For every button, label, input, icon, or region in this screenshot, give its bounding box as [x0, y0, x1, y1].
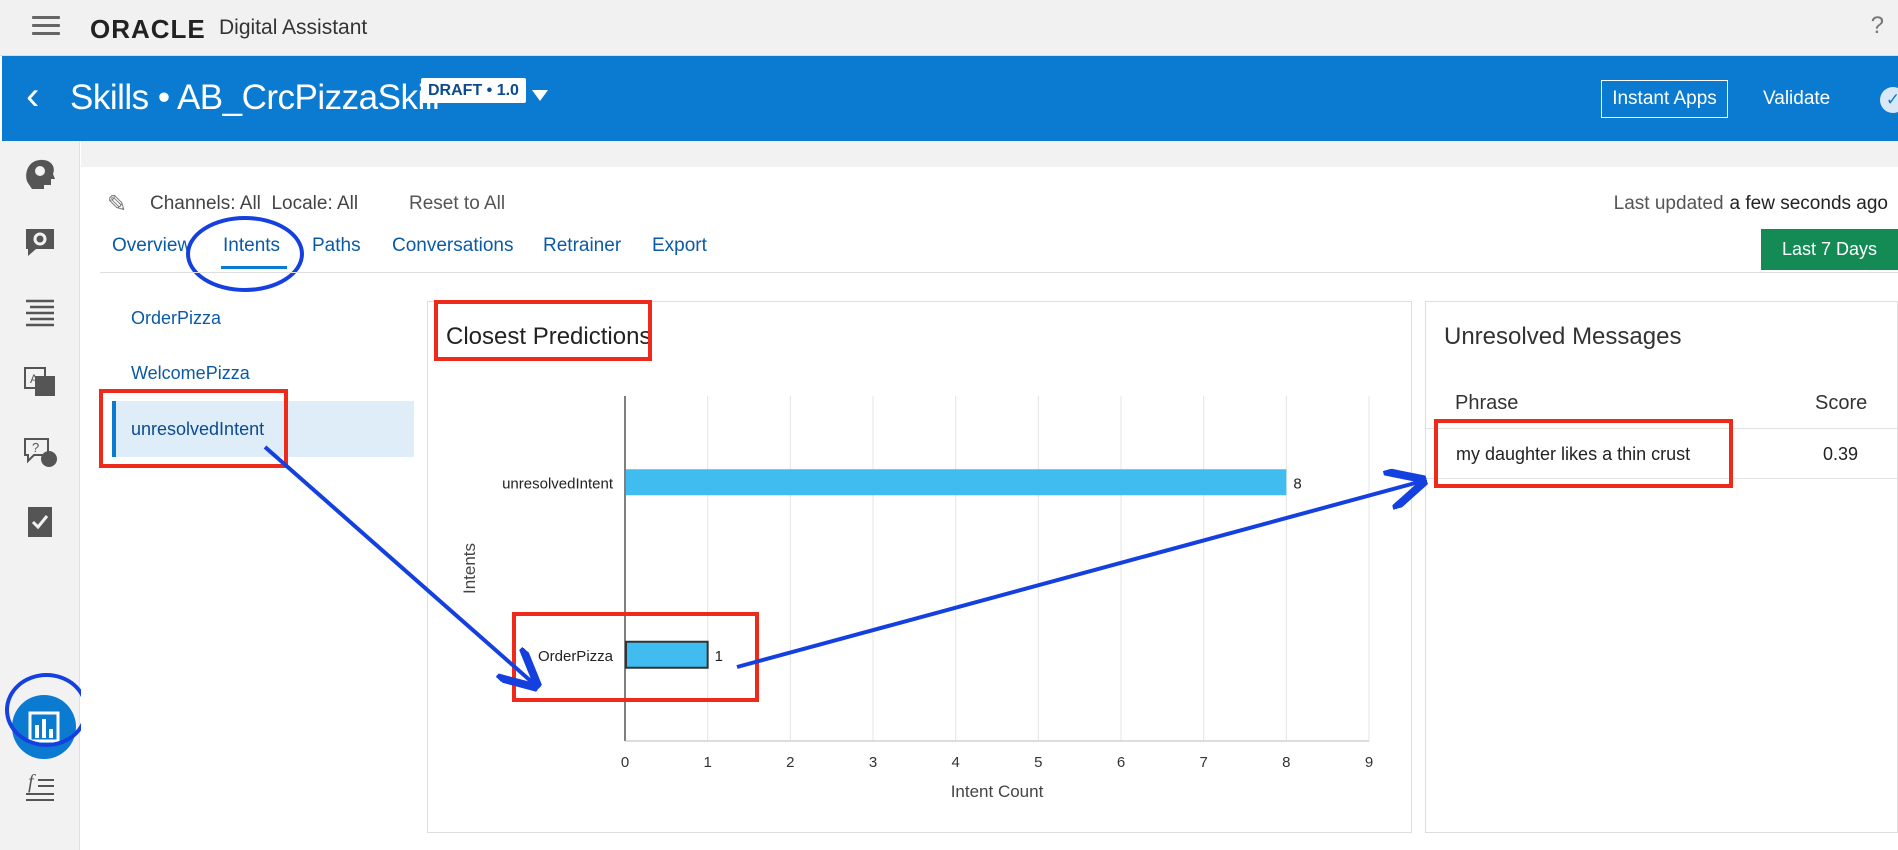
column-header-score[interactable]: Score: [1815, 392, 1867, 415]
data-label: 1: [715, 648, 723, 665]
instant-apps-button[interactable]: Instant Apps: [1601, 80, 1728, 118]
translate-icon[interactable]: A: [20, 361, 60, 401]
panel-title: Closest Predictions: [446, 323, 652, 350]
last-updated-label: Last updated: [1613, 193, 1724, 214]
bot-head-icon[interactable]: [20, 153, 60, 193]
question-chat-icon[interactable]: ?: [20, 431, 60, 471]
chevron-down-icon[interactable]: [532, 90, 548, 101]
left-nav-rail: A ? f: [0, 141, 80, 850]
x-tick-label: 4: [951, 754, 959, 771]
x-tick-label: 7: [1199, 754, 1207, 771]
oracle-logo: ORACLE: [90, 14, 206, 44]
x-tick-label: 9: [1365, 754, 1373, 771]
tab-retrainer[interactable]: Retrainer: [543, 235, 621, 257]
last-updated: Last updated a few seconds ago: [1614, 193, 1888, 215]
tab-paths[interactable]: Paths: [312, 235, 361, 257]
column-header-phrase[interactable]: Phrase: [1455, 392, 1518, 415]
phrase-cell: my daughter likes a thin crust: [1456, 444, 1691, 464]
svg-text:?: ?: [32, 440, 39, 455]
date-range-button[interactable]: Last 7 Days: [1761, 229, 1898, 270]
pencil-icon[interactable]: ✎: [107, 190, 127, 219]
data-label: 8: [1293, 475, 1301, 492]
tab-conversations[interactable]: Conversations: [392, 235, 513, 257]
gear-chat-icon[interactable]: [20, 221, 60, 261]
x-tick-label: 8: [1282, 754, 1290, 771]
x-tick-label: 2: [786, 754, 794, 771]
page-title: Skills • AB_CrcPizzaSkill: [70, 78, 440, 117]
intent-list-item[interactable]: OrderPizza: [112, 290, 414, 346]
intent-list-item[interactable]: WelcomePizza: [112, 345, 414, 401]
menu-icon[interactable]: [32, 16, 60, 38]
x-tick-label: 1: [703, 754, 711, 771]
back-icon[interactable]: ‹: [26, 76, 39, 116]
channel-locale-filter[interactable]: Channels: All Locale: All: [150, 193, 358, 215]
last-updated-value: a few seconds ago: [1729, 193, 1888, 214]
x-axis-label: Intent Count: [951, 782, 1044, 801]
x-tick-label: 6: [1117, 754, 1125, 771]
tab-intents[interactable]: Intents: [223, 235, 280, 257]
version-badge: DRAFT • 1.0: [421, 78, 526, 103]
tab-divider: [100, 272, 1898, 273]
tab-export[interactable]: Export: [652, 235, 707, 257]
y-axis-label: Intents: [460, 543, 479, 594]
bar: [625, 640, 709, 669]
function-icon[interactable]: f: [20, 766, 60, 806]
panel-title: Unresolved Messages: [1444, 323, 1682, 350]
x-tick-label: 3: [869, 754, 877, 771]
x-tick-label: 5: [1034, 754, 1042, 771]
intent-list-item-selected[interactable]: unresolvedIntent: [112, 401, 414, 457]
align-text-icon[interactable]: [20, 291, 60, 331]
active-tab-indicator: [221, 266, 287, 269]
top-bar: ORACLE Digital Assistant ?: [0, 0, 1898, 56]
tab-overview[interactable]: Overview: [112, 235, 191, 257]
bar-chart: 0 1 2 3 4 5 6 7 8 9 Intent Count Intents unresolvedI…: [460, 396, 1373, 801]
y-tick-label: OrderPizza: [538, 648, 614, 665]
score-cell: 0.39: [1823, 444, 1859, 464]
reset-filters-link[interactable]: Reset to All: [409, 193, 505, 215]
help-icon[interactable]: ?: [1871, 12, 1884, 40]
clipboard-check-icon[interactable]: [20, 501, 60, 541]
unresolved-messages-panel: [1425, 301, 1898, 833]
product-name: Digital Assistant: [219, 16, 368, 39]
skill-header: ‹ Skills • AB_CrcPizzaSkill DRAFT • 1.0 …: [2, 56, 1898, 141]
svg-text:f: f: [28, 771, 36, 793]
svg-text:A: A: [30, 372, 38, 386]
validate-button[interactable]: Validate: [1763, 88, 1830, 110]
y-tick-label: unresolvedIntent: [502, 475, 614, 492]
bar: [626, 469, 1287, 496]
check-circle-icon[interactable]: ✓: [1880, 87, 1898, 113]
analytics-icon[interactable]: [12, 695, 76, 759]
x-tick-label: 0: [621, 754, 629, 771]
